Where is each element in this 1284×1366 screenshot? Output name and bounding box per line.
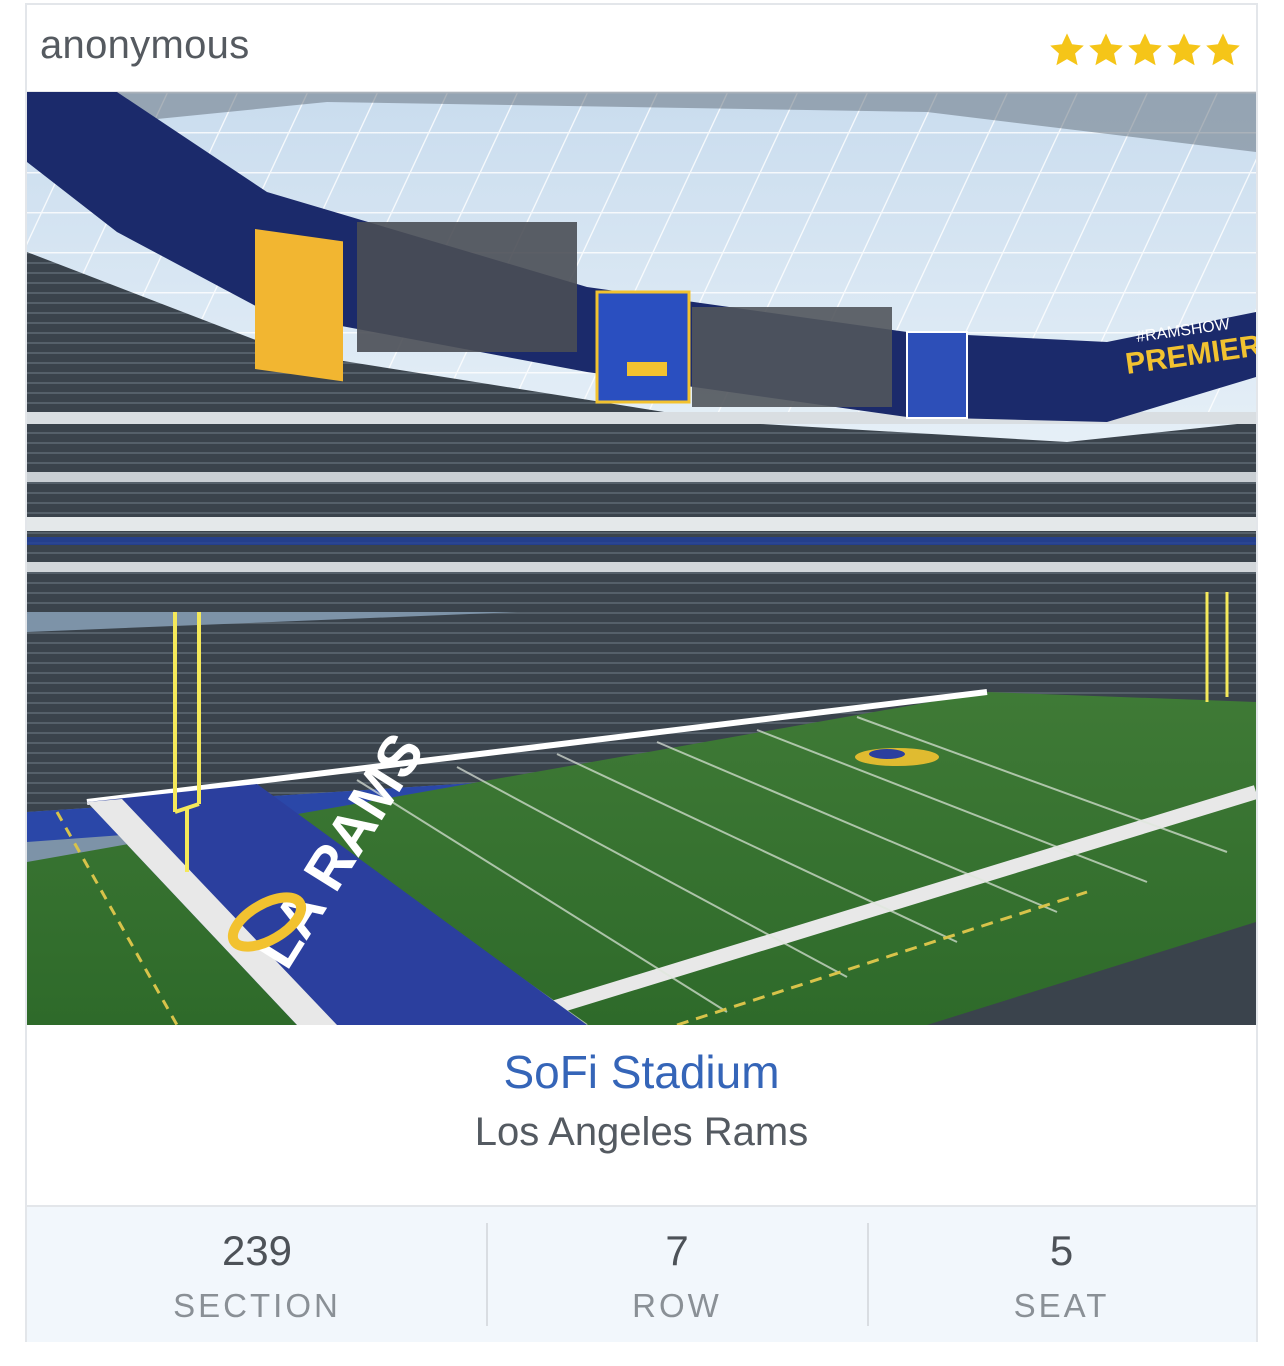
divider [486,1223,488,1326]
seat-info: 5 SEAT [867,1207,1256,1342]
review-author: anonymous [40,23,250,67]
star-icon [1089,33,1123,66]
stadium-illustration: PREMIERE #RAMSHOW LA RAMS [27,92,1256,1025]
divider [867,1223,869,1326]
row-info: 7 ROW [487,1207,867,1342]
card-header: anonymous [27,5,1256,92]
seat-label: SEAT [1013,1287,1110,1324]
star-rating [1048,31,1242,69]
team-name: Los Angeles Rams [474,1110,809,1154]
seat-value: 5 [1049,1227,1074,1274]
section-info: 239 SECTION [27,1207,487,1342]
section-value: 239 [221,1227,293,1274]
row-value: 7 [665,1227,689,1274]
seat-view-card: anonymous PREMIERE #RAMSHOW LA RAMS SoFi… [25,3,1258,1342]
star-icon [1050,33,1084,66]
star-icon [1128,33,1162,66]
section-label: SECTION [173,1287,341,1324]
venue-name-link[interactable]: SoFi Stadium [27,1045,1256,1099]
seat-view-photo[interactable]: PREMIERE #RAMSHOW LA RAMS [27,92,1256,1025]
star-icon [1167,33,1201,66]
seat-info-bar: 239 SECTION 7 ROW 5 SEAT [27,1205,1256,1342]
row-label: ROW [632,1287,722,1324]
star-icon [1206,33,1240,66]
